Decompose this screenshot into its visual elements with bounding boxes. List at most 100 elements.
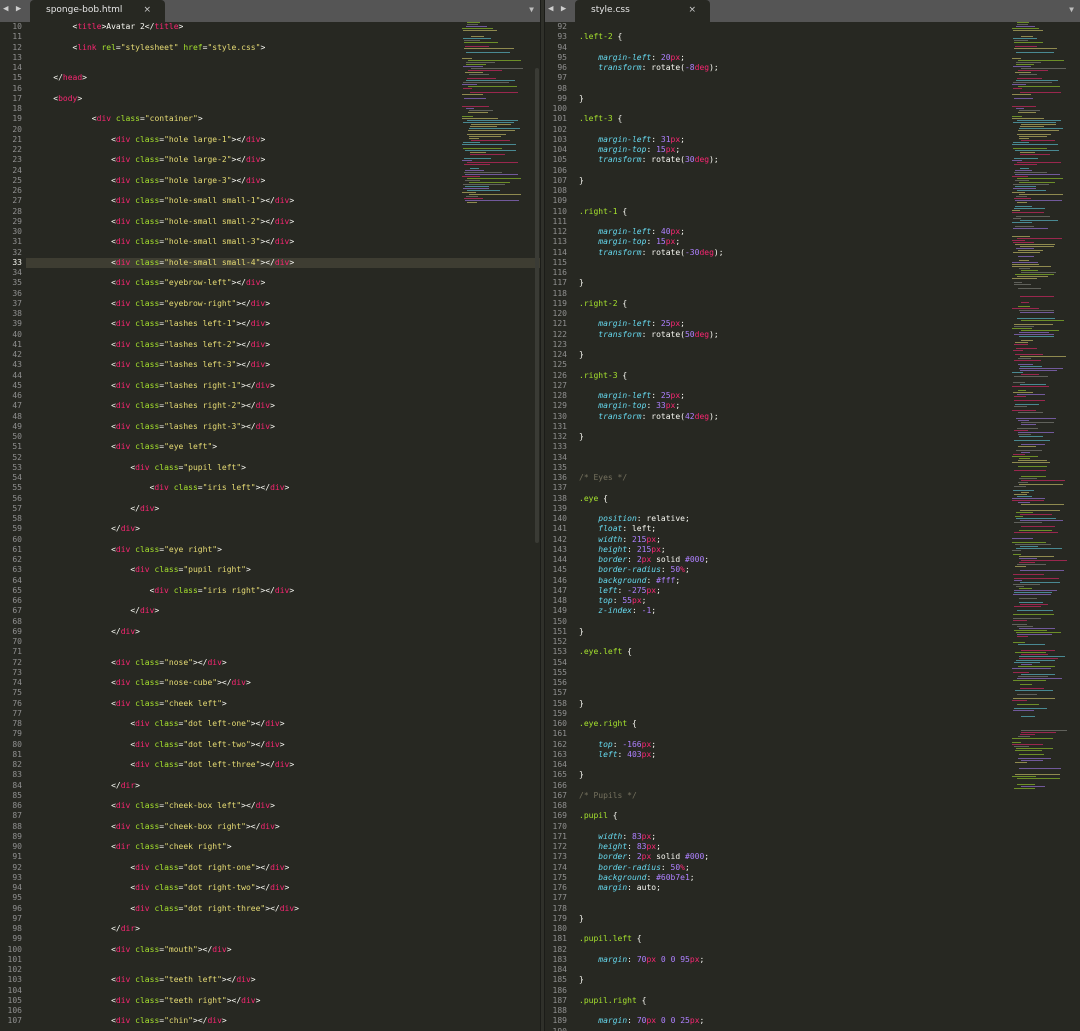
minimap-stroke bbox=[1021, 674, 1055, 675]
minimap-stroke bbox=[466, 196, 478, 197]
minimap-stroke bbox=[1021, 760, 1043, 761]
line-number: 73 bbox=[12, 668, 22, 677]
minimap-stroke bbox=[464, 198, 483, 199]
line-number: 170 bbox=[552, 822, 567, 831]
minimap-stroke bbox=[1012, 776, 1036, 777]
minimap-stroke bbox=[1021, 272, 1056, 273]
minimap-stroke bbox=[1017, 190, 1046, 191]
minimap-stroke bbox=[1013, 618, 1041, 619]
line-number: 94 bbox=[12, 883, 22, 892]
minimap[interactable] bbox=[1012, 22, 1078, 802]
tab-sponge-bob-html[interactable]: sponge-bob.html × bbox=[30, 0, 165, 22]
code-area[interactable]: .left-2 { margin-left: 20px; transform: … bbox=[571, 22, 1080, 1031]
line-number: 23 bbox=[12, 155, 22, 164]
minimap-stroke bbox=[1018, 676, 1048, 677]
line-number: 61 bbox=[12, 545, 22, 554]
minimap-stroke bbox=[469, 74, 489, 75]
code-line: </dir> bbox=[111, 781, 140, 790]
minimap-stroke bbox=[1012, 116, 1022, 117]
line-number: 77 bbox=[12, 709, 22, 718]
minimap-stroke bbox=[1015, 244, 1055, 245]
code-line: <div class="nose-cube"></div> bbox=[111, 678, 251, 687]
line-number: 144 bbox=[552, 555, 567, 564]
minimap-stroke bbox=[1016, 586, 1024, 587]
line-number: 28 bbox=[12, 207, 22, 216]
minimap-stroke bbox=[1018, 446, 1036, 447]
line-number-gutter: 10 11 12 13 14 15 16 17 18 19 20 21 22 23 24 25 26 27 28 29… bbox=[0, 22, 26, 1031]
minimap-stroke bbox=[1018, 736, 1030, 737]
minimap-stroke bbox=[1013, 82, 1052, 83]
code-line: </div> bbox=[111, 524, 140, 533]
line-number: 29 bbox=[12, 217, 22, 226]
line-number: 132 bbox=[552, 432, 567, 441]
minimap-stroke bbox=[1013, 574, 1044, 575]
minimap-stroke bbox=[1014, 42, 1043, 43]
minimap-stroke bbox=[1015, 404, 1039, 405]
minimap-stroke bbox=[470, 92, 518, 93]
line-number: 102 bbox=[552, 125, 567, 134]
tab-nav-arrows-icon[interactable]: ◀ ▶ bbox=[3, 4, 22, 14]
minimap[interactable] bbox=[462, 22, 524, 212]
line-number: 104 bbox=[7, 986, 22, 995]
minimap-stroke bbox=[1014, 282, 1022, 283]
minimap-stroke bbox=[1013, 38, 1037, 39]
minimap-stroke bbox=[1018, 256, 1034, 257]
line-number: 68 bbox=[12, 617, 22, 626]
line-number: 186 bbox=[552, 986, 567, 995]
code-line: <div class="lashes left-1"></div> bbox=[111, 319, 271, 328]
minimap-stroke bbox=[1014, 590, 1057, 591]
code-line: margin: 70px 0 0 25px; bbox=[598, 1016, 705, 1025]
tab-menu-chevron-down-icon[interactable]: ▼ bbox=[1069, 5, 1074, 14]
line-number: 150 bbox=[552, 617, 567, 626]
minimap-stroke bbox=[1020, 604, 1048, 605]
minimap-stroke bbox=[1020, 152, 1035, 153]
code-line: <div class="iris right"></div> bbox=[149, 586, 295, 595]
minimap-stroke bbox=[1016, 450, 1042, 451]
minimap-stroke bbox=[1012, 236, 1030, 237]
minimap-stroke bbox=[1014, 396, 1026, 397]
minimap-stroke bbox=[1020, 366, 1042, 367]
line-number: 94 bbox=[557, 43, 567, 52]
tab-menu-chevron-down-icon[interactable]: ▼ bbox=[529, 5, 534, 14]
minimap-stroke bbox=[1018, 434, 1031, 435]
minimap-stroke bbox=[1019, 260, 1029, 261]
line-number: 70 bbox=[12, 637, 22, 646]
minimap-stroke bbox=[465, 174, 518, 175]
minimap-stroke bbox=[1019, 436, 1043, 437]
minimap-stroke bbox=[1013, 30, 1043, 31]
css-editor-pane[interactable]: ◀ ▶ style.css × ▼ 92 93 94 95 96 97 98 99 100 101… bbox=[545, 0, 1080, 1031]
line-number: 100 bbox=[552, 104, 567, 113]
minimap-stroke bbox=[1017, 162, 1061, 163]
minimap-stroke bbox=[1017, 24, 1028, 25]
minimap-stroke bbox=[470, 152, 486, 153]
minimap-stroke bbox=[1012, 278, 1037, 279]
line-number: 45 bbox=[12, 381, 22, 390]
minimap-stroke bbox=[1014, 788, 1035, 789]
minimap-stroke bbox=[1016, 108, 1024, 109]
tab-nav-arrows-icon[interactable]: ◀ ▶ bbox=[548, 4, 567, 14]
tab-label: style.css bbox=[591, 5, 630, 15]
code-line: <body> bbox=[53, 94, 83, 103]
minimap-stroke bbox=[1021, 124, 1056, 125]
minimap-stroke bbox=[462, 84, 477, 85]
code-line: <div class="hole large-1"></div> bbox=[111, 135, 266, 144]
code-line: <div class="cheek-box left"></div> bbox=[111, 801, 275, 810]
close-tab-icon[interactable]: × bbox=[143, 5, 151, 15]
code-line: .eye { bbox=[579, 494, 608, 503]
minimap-stroke bbox=[1015, 180, 1029, 181]
line-number: 43 bbox=[12, 360, 22, 369]
minimap-stroke bbox=[1012, 266, 1051, 267]
tab-style-css[interactable]: style.css × bbox=[575, 0, 710, 22]
minimap-stroke bbox=[1012, 538, 1033, 539]
minimap-stroke bbox=[1021, 68, 1066, 69]
vertical-scrollbar[interactable] bbox=[535, 68, 539, 543]
close-tab-icon[interactable]: × bbox=[688, 5, 696, 15]
html-editor-pane[interactable]: ◀ ▶ sponge-bob.html × ▼ 10 11 12 13 14 15 16 17… bbox=[0, 0, 540, 1031]
minimap-stroke bbox=[1018, 130, 1059, 131]
code-line: <div class="hole large-3"></div> bbox=[111, 176, 266, 185]
minimap-stroke bbox=[464, 164, 490, 165]
line-number: 86 bbox=[12, 801, 22, 810]
line-number: 20 bbox=[12, 125, 22, 134]
code-line: } bbox=[579, 770, 584, 779]
minimap-stroke bbox=[1012, 212, 1044, 213]
